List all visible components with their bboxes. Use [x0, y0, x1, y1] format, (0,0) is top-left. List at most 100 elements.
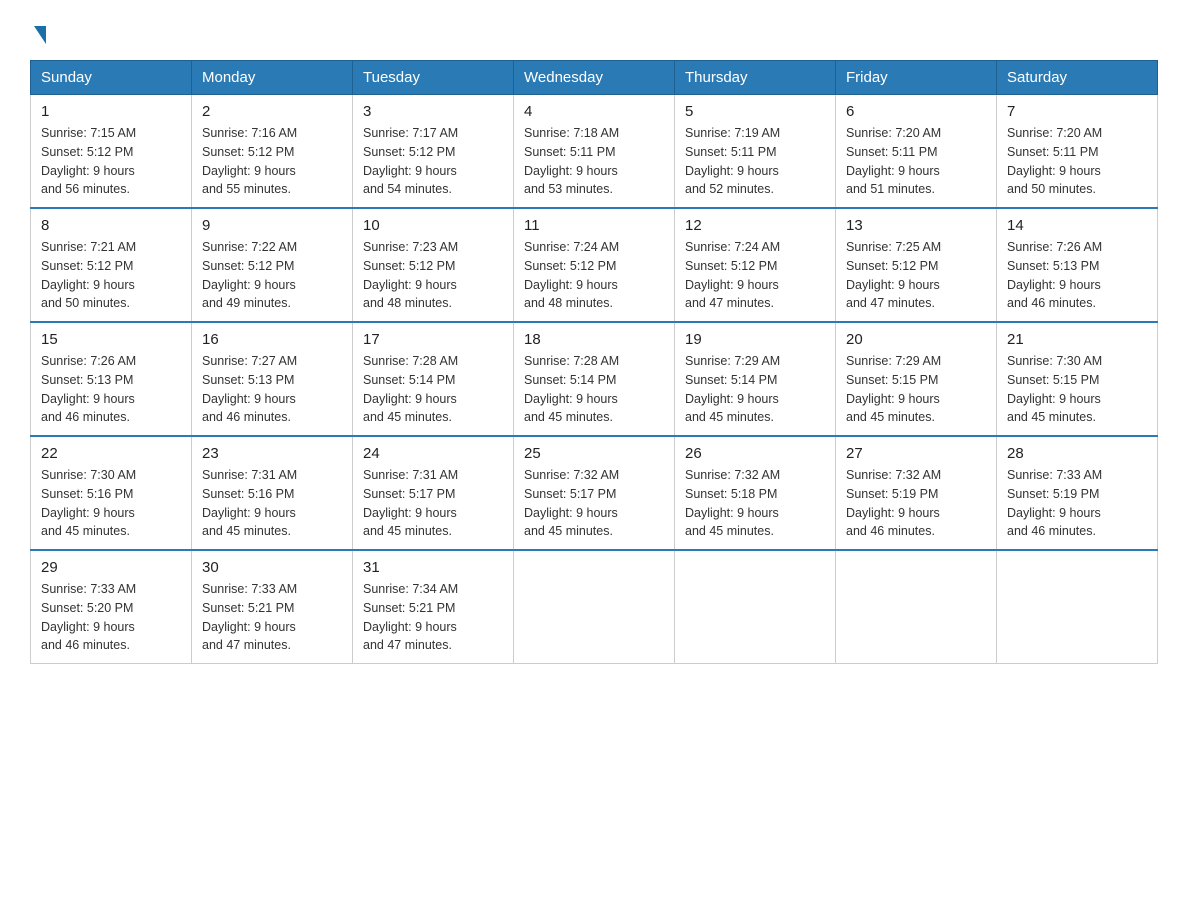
calendar-cell [997, 550, 1158, 664]
day-number: 28 [1007, 445, 1147, 462]
calendar-week-row: 15 Sunrise: 7:26 AMSunset: 5:13 PMDayligh… [31, 322, 1158, 436]
calendar-cell: 29 Sunrise: 7:33 AMSunset: 5:20 PMDayligh… [31, 550, 192, 664]
calendar-cell: 3 Sunrise: 7:17 AMSunset: 5:12 PMDaylight… [353, 95, 514, 209]
day-number: 9 [202, 217, 342, 234]
day-number: 26 [685, 445, 825, 462]
day-info: Sunrise: 7:20 AMSunset: 5:11 PMDaylight:… [846, 124, 986, 199]
day-number: 15 [41, 331, 181, 348]
calendar-cell: 18Sunrise: 7:28 AMSunset: 5:14 PMDayligh… [514, 322, 675, 436]
calendar-cell: 6 Sunrise: 7:20 AMSunset: 5:11 PMDaylight… [836, 95, 997, 209]
column-header-thursday: Thursday [675, 61, 836, 95]
day-number: 29 [41, 559, 181, 576]
day-number: 2 [202, 103, 342, 120]
day-number: 19 [685, 331, 825, 348]
calendar-cell: 28 Sunrise: 7:33 AMSunset: 5:19 PMDayligh… [997, 436, 1158, 550]
calendar-cell: 25Sunrise: 7:32 AMSunset: 5:17 PMDayligh… [514, 436, 675, 550]
day-info: Sunrise: 7:32 AMSunset: 5:18 PMDaylight:… [685, 466, 825, 541]
day-number: 10 [363, 217, 503, 234]
day-number: 25 [524, 445, 664, 462]
calendar-cell: 12 Sunrise: 7:24 AMSunset: 5:12 PMDayligh… [675, 208, 836, 322]
calendar-cell [836, 550, 997, 664]
day-number: 13 [846, 217, 986, 234]
calendar-week-row: 29 Sunrise: 7:33 AMSunset: 5:20 PMDayligh… [31, 550, 1158, 664]
day-info: Sunrise: 7:18 AMSunset: 5:11 PMDaylight:… [524, 124, 664, 199]
day-number: 24 [363, 445, 503, 462]
calendar-week-row: 1Sunrise: 7:15 AMSunset: 5:12 PMDaylight… [31, 95, 1158, 209]
calendar-cell: 27 Sunrise: 7:32 AMSunset: 5:19 PMDayligh… [836, 436, 997, 550]
day-info: Sunrise: 7:27 AMSunset: 5:13 PMDaylight:… [202, 352, 342, 427]
calendar-cell: 24 Sunrise: 7:31 AMSunset: 5:17 PMDayligh… [353, 436, 514, 550]
calendar-cell: 1Sunrise: 7:15 AMSunset: 5:12 PMDaylight… [31, 95, 192, 209]
day-number: 6 [846, 103, 986, 120]
day-number: 3 [363, 103, 503, 120]
calendar-header-row: SundayMondayTuesdayWednesdayThursdayFrid… [31, 61, 1158, 95]
day-info: Sunrise: 7:21 AMSunset: 5:12 PMDaylight:… [41, 238, 181, 313]
day-info: Sunrise: 7:33 AMSunset: 5:19 PMDaylight:… [1007, 466, 1147, 541]
day-number: 7 [1007, 103, 1147, 120]
day-number: 27 [846, 445, 986, 462]
calendar-cell: 17Sunrise: 7:28 AMSunset: 5:14 PMDayligh… [353, 322, 514, 436]
calendar-cell: 15 Sunrise: 7:26 AMSunset: 5:13 PMDayligh… [31, 322, 192, 436]
calendar-cell [514, 550, 675, 664]
day-number: 16 [202, 331, 342, 348]
calendar-cell: 10 Sunrise: 7:23 AMSunset: 5:12 PMDayligh… [353, 208, 514, 322]
day-info: Sunrise: 7:26 AMSunset: 5:13 PMDaylight:… [41, 352, 181, 427]
calendar-cell: 26 Sunrise: 7:32 AMSunset: 5:18 PMDayligh… [675, 436, 836, 550]
day-info: Sunrise: 7:23 AMSunset: 5:12 PMDaylight:… [363, 238, 503, 313]
day-number: 21 [1007, 331, 1147, 348]
day-info: Sunrise: 7:29 AMSunset: 5:15 PMDaylight:… [846, 352, 986, 427]
calendar-cell: 31 Sunrise: 7:34 AMSunset: 5:21 PMDayligh… [353, 550, 514, 664]
calendar-cell: 4Sunrise: 7:18 AMSunset: 5:11 PMDaylight… [514, 95, 675, 209]
day-info: Sunrise: 7:16 AMSunset: 5:12 PMDaylight:… [202, 124, 342, 199]
day-info: Sunrise: 7:15 AMSunset: 5:12 PMDaylight:… [41, 124, 181, 199]
day-info: Sunrise: 7:26 AMSunset: 5:13 PMDaylight:… [1007, 238, 1147, 313]
column-header-sunday: Sunday [31, 61, 192, 95]
day-info: Sunrise: 7:31 AMSunset: 5:16 PMDaylight:… [202, 466, 342, 541]
day-info: Sunrise: 7:29 AMSunset: 5:14 PMDaylight:… [685, 352, 825, 427]
calendar-week-row: 22 Sunrise: 7:30 AMSunset: 5:16 PMDayligh… [31, 436, 1158, 550]
column-header-friday: Friday [836, 61, 997, 95]
calendar-cell: 14 Sunrise: 7:26 AMSunset: 5:13 PMDayligh… [997, 208, 1158, 322]
day-info: Sunrise: 7:17 AMSunset: 5:12 PMDaylight:… [363, 124, 503, 199]
column-header-wednesday: Wednesday [514, 61, 675, 95]
day-info: Sunrise: 7:24 AMSunset: 5:12 PMDaylight:… [524, 238, 664, 313]
day-info: Sunrise: 7:31 AMSunset: 5:17 PMDaylight:… [363, 466, 503, 541]
calendar-cell: 7Sunrise: 7:20 AMSunset: 5:11 PMDaylight… [997, 95, 1158, 209]
column-header-saturday: Saturday [997, 61, 1158, 95]
calendar-cell: 8 Sunrise: 7:21 AMSunset: 5:12 PMDaylight… [31, 208, 192, 322]
calendar-cell: 16 Sunrise: 7:27 AMSunset: 5:13 PMDayligh… [192, 322, 353, 436]
calendar-week-row: 8 Sunrise: 7:21 AMSunset: 5:12 PMDaylight… [31, 208, 1158, 322]
day-number: 20 [846, 331, 986, 348]
day-info: Sunrise: 7:24 AMSunset: 5:12 PMDaylight:… [685, 238, 825, 313]
day-number: 12 [685, 217, 825, 234]
day-info: Sunrise: 7:33 AMSunset: 5:20 PMDaylight:… [41, 580, 181, 655]
day-info: Sunrise: 7:32 AMSunset: 5:19 PMDaylight:… [846, 466, 986, 541]
day-info: Sunrise: 7:30 AMSunset: 5:15 PMDaylight:… [1007, 352, 1147, 427]
day-info: Sunrise: 7:22 AMSunset: 5:12 PMDaylight:… [202, 238, 342, 313]
day-info: Sunrise: 7:33 AMSunset: 5:21 PMDaylight:… [202, 580, 342, 655]
day-number: 18 [524, 331, 664, 348]
day-number: 11 [524, 217, 664, 234]
day-number: 23 [202, 445, 342, 462]
calendar-cell: 13 Sunrise: 7:25 AMSunset: 5:12 PMDayligh… [836, 208, 997, 322]
calendar-cell: 30Sunrise: 7:33 AMSunset: 5:21 PMDayligh… [192, 550, 353, 664]
day-number: 14 [1007, 217, 1147, 234]
calendar-cell: 22 Sunrise: 7:30 AMSunset: 5:16 PMDayligh… [31, 436, 192, 550]
day-info: Sunrise: 7:30 AMSunset: 5:16 PMDaylight:… [41, 466, 181, 541]
page-header [30, 24, 1158, 44]
logo [30, 24, 46, 44]
logo-triangle-icon [34, 26, 46, 44]
day-info: Sunrise: 7:34 AMSunset: 5:21 PMDaylight:… [363, 580, 503, 655]
day-number: 31 [363, 559, 503, 576]
day-info: Sunrise: 7:25 AMSunset: 5:12 PMDaylight:… [846, 238, 986, 313]
calendar-table: SundayMondayTuesdayWednesdayThursdayFrid… [30, 60, 1158, 664]
calendar-cell [675, 550, 836, 664]
calendar-cell: 2 Sunrise: 7:16 AMSunset: 5:12 PMDaylight… [192, 95, 353, 209]
calendar-cell: 23 Sunrise: 7:31 AMSunset: 5:16 PMDayligh… [192, 436, 353, 550]
calendar-cell: 20 Sunrise: 7:29 AMSunset: 5:15 PMDayligh… [836, 322, 997, 436]
day-number: 17 [363, 331, 503, 348]
day-number: 8 [41, 217, 181, 234]
day-number: 22 [41, 445, 181, 462]
column-header-monday: Monday [192, 61, 353, 95]
day-number: 5 [685, 103, 825, 120]
